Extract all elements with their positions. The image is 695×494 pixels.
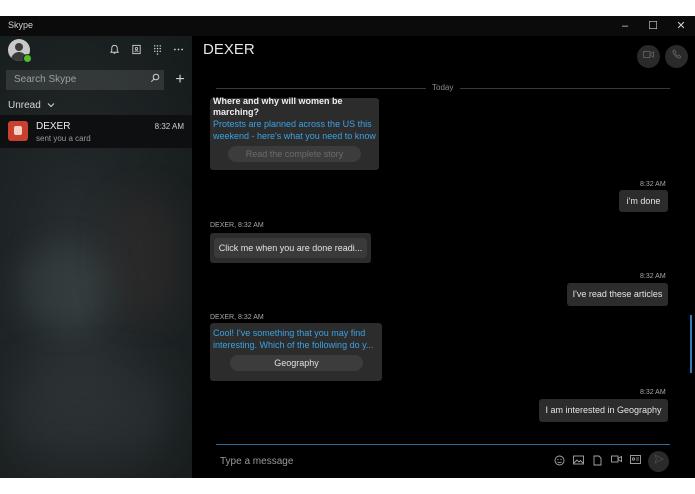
date-divider-line [216,88,426,89]
screen-bottom-strip [0,478,695,494]
card-description: Cool! I've something that you may find i… [213,328,374,350]
video-call-button[interactable] [637,45,660,68]
new-chat-button[interactable]: + [172,70,188,90]
chat-avatar [8,121,28,141]
sidebar: Search Skype + Unread DEXER sent you a c… [0,36,192,478]
date-divider-label: Today [432,83,454,92]
card-title: Where and why will women be marching? [213,96,343,117]
screen-top-strip [0,0,695,16]
outgoing-message: i'm done [619,190,668,212]
audio-call-button[interactable] [665,45,688,68]
bell-icon[interactable] [107,44,121,58]
video-message-icon[interactable] [610,455,622,467]
dialpad-icon[interactable] [150,44,164,58]
outgoing-message: I am interested in Geography [539,399,668,422]
avatar-head [15,43,23,51]
chat-list-item[interactable]: DEXER sent you a card 8:32 AM [0,115,192,148]
sidebar-backdrop [10,366,170,456]
emoji-icon[interactable] [553,455,565,467]
contact-card-icon[interactable] [629,455,641,467]
message-time: 8:32 AM [640,389,666,396]
conversation-title: DEXER [203,41,255,58]
close-button[interactable]: ✕ [668,17,694,35]
more-icon[interactable] [171,44,185,58]
presence-indicator [23,54,32,63]
search-box[interactable]: Search Skype [6,70,164,90]
chevron-down-icon [45,101,55,110]
date-divider-line [460,88,670,89]
filter-label: Unread [8,100,41,111]
message-input[interactable]: Type a message [220,456,293,467]
click-me-button[interactable]: Click me when you are done readi... [214,238,367,258]
contacts-icon[interactable] [129,44,143,58]
geography-button[interactable]: Geography [230,355,363,371]
conversation-pane: DEXER Today Where and why will women be … [192,36,695,478]
filter-dropdown[interactable]: Unread [8,100,55,111]
sender-stamp: DEXER, 8:32 AM [210,314,264,321]
image-icon[interactable] [572,455,584,467]
search-placeholder: Search Skype [14,74,77,85]
search-icon [150,73,160,86]
sidebar-backdrop [110,196,180,316]
message-time: 8:32 AM [640,181,666,188]
scrollbar-thumb[interactable] [690,315,692,373]
chat-time: 8:32 AM [154,122,184,131]
maximize-button[interactable]: ☐ [640,17,666,35]
outgoing-message: I've read these articles [567,283,668,306]
sidebar-backdrop [20,246,110,326]
sender-stamp: DEXER, 8:32 AM [210,222,264,229]
chat-name: DEXER [36,121,71,132]
send-button[interactable] [648,451,669,472]
chat-subtitle: sent you a card [36,134,91,143]
question-card: Cool! I've something that you may find i… [210,323,382,381]
minimize-button[interactable]: – [612,17,638,35]
read-story-button[interactable]: Read the complete story [228,146,361,162]
composer-divider [216,444,670,445]
skype-window: Skype – ☐ ✕ Search Skype + Unread DEXER … [0,0,695,494]
card-description[interactable]: Protests are planned across the US this … [213,118,378,142]
file-icon[interactable] [591,455,603,467]
news-card: Where and why will women be marching? Pr… [210,96,379,170]
message-time: 8:32 AM [640,273,666,280]
title-bar: Skype – ☐ ✕ [0,16,695,36]
incoming-message: Click me when you are done readi... [210,233,371,263]
window-title: Skype [8,20,34,30]
